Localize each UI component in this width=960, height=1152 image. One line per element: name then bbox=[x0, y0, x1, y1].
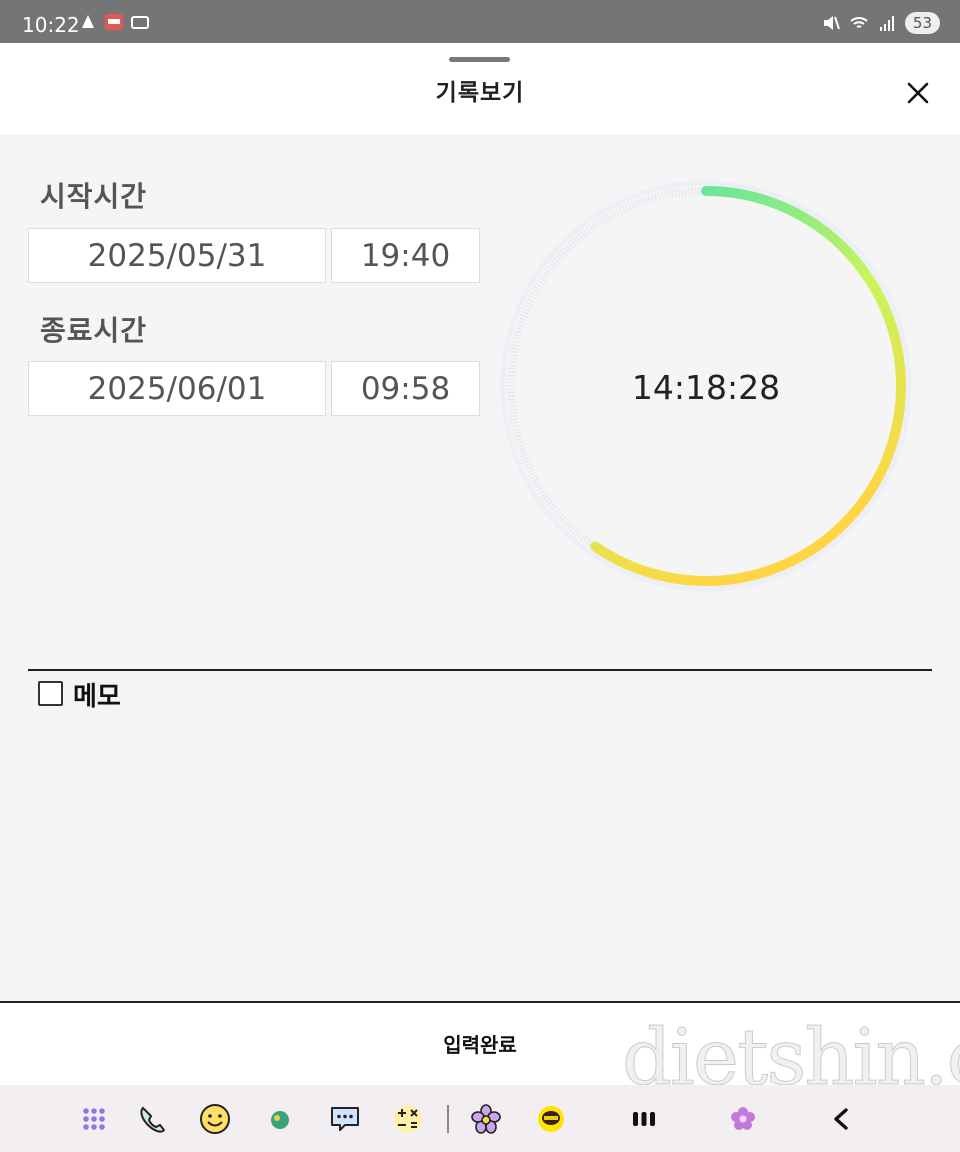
divider bbox=[28, 669, 932, 671]
bottom-bar: dietshin.com 입력완료 bbox=[0, 1001, 960, 1104]
close-icon[interactable] bbox=[900, 75, 936, 111]
start-date-field[interactable]: 2025/05/31 bbox=[28, 228, 326, 283]
app-icon[interactable] bbox=[262, 1101, 298, 1137]
kakaotalk-icon[interactable] bbox=[533, 1101, 569, 1137]
end-date-field[interactable]: 2025/06/01 bbox=[28, 361, 326, 416]
smiley-icon[interactable] bbox=[197, 1101, 233, 1137]
start-time-label: 시작시간 bbox=[40, 180, 148, 213]
apps-grid-icon[interactable] bbox=[76, 1101, 112, 1137]
status-bar: 10:22 53 bbox=[0, 0, 960, 43]
app-notification-icon bbox=[131, 16, 149, 29]
notification-icon bbox=[82, 15, 94, 28]
duration-text: 14:18:28 bbox=[632, 368, 780, 407]
signal-icon bbox=[879, 16, 894, 31]
app-notification-icon bbox=[105, 14, 123, 30]
back-icon[interactable] bbox=[823, 1101, 859, 1137]
sheet-header: 기록보기 bbox=[0, 43, 960, 134]
status-time: 10:22 bbox=[22, 13, 80, 37]
page-title: 기록보기 bbox=[435, 80, 525, 106]
duration-dial: 14:18:28 bbox=[500, 180, 912, 592]
start-time-field[interactable]: 19:40 bbox=[331, 228, 480, 283]
calculator-icon[interactable] bbox=[390, 1101, 426, 1137]
home-icon[interactable] bbox=[725, 1101, 761, 1137]
chat-icon[interactable] bbox=[327, 1101, 363, 1137]
navigation-bar bbox=[0, 1085, 960, 1152]
end-time-field[interactable]: 09:58 bbox=[331, 361, 480, 416]
memo-label: 메모 bbox=[73, 682, 121, 712]
end-time-label: 종료시간 bbox=[40, 314, 148, 347]
drag-handle[interactable] bbox=[449, 57, 510, 62]
battery-indicator: 53 bbox=[904, 12, 940, 34]
mute-icon bbox=[823, 16, 840, 30]
wifi-icon bbox=[850, 17, 868, 28]
nav-separator bbox=[447, 1105, 449, 1133]
recent-apps-icon[interactable] bbox=[626, 1101, 662, 1137]
submit-button[interactable]: 입력완료 bbox=[0, 1029, 960, 1058]
phone-icon[interactable] bbox=[133, 1101, 169, 1137]
memo-checkbox[interactable] bbox=[38, 681, 63, 706]
flower-app-icon[interactable] bbox=[468, 1101, 504, 1137]
